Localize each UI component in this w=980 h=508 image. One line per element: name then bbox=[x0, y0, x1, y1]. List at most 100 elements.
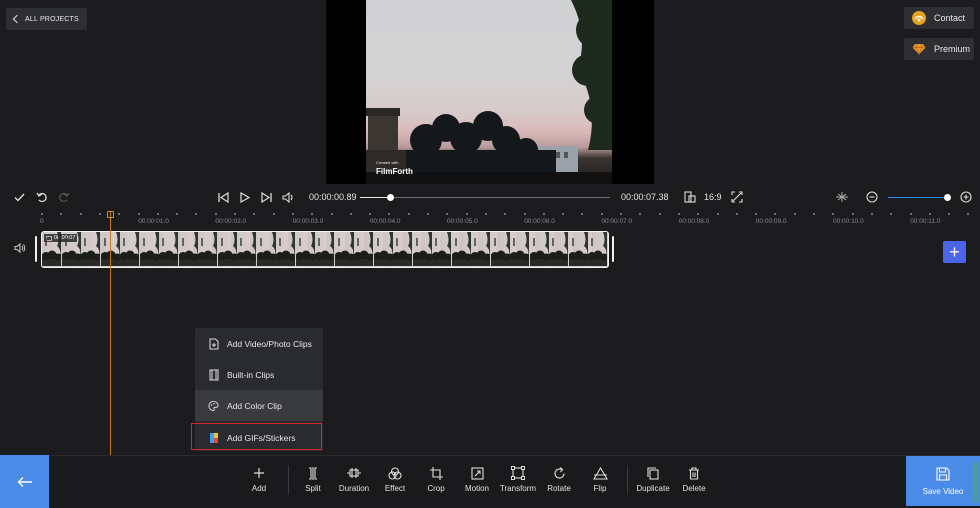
clip-thumbnail bbox=[42, 232, 61, 266]
ruler-tick bbox=[832, 213, 835, 215]
ruler-tick bbox=[948, 213, 951, 215]
add-video-photo-clips-item[interactable]: Add Video/Photo Clips bbox=[195, 328, 323, 359]
ruler-tick bbox=[330, 213, 333, 215]
ruler-tick bbox=[813, 213, 815, 215]
clip-thumbnail bbox=[295, 232, 315, 266]
preview-scene bbox=[366, 0, 612, 184]
zoom-slider[interactable] bbox=[888, 197, 950, 198]
premium-button[interactable]: Premium bbox=[904, 38, 974, 60]
clip-trim-end-handle[interactable] bbox=[612, 236, 614, 262]
ruler-label: 00:00:11.0 bbox=[910, 218, 941, 225]
seek-bar-handle[interactable] bbox=[387, 194, 394, 201]
save-video-button[interactable]: Save Video bbox=[906, 456, 980, 506]
contact-button[interactable]: Contact bbox=[904, 7, 974, 29]
ruler-tick bbox=[311, 213, 314, 215]
ruler-tick bbox=[774, 213, 777, 215]
toolbar-divider bbox=[627, 465, 628, 495]
zoom-out-icon[interactable] bbox=[864, 189, 880, 205]
toolbar-divider bbox=[288, 465, 289, 495]
rotate-tool-button[interactable]: Rotate bbox=[537, 465, 581, 495]
flip-icon bbox=[592, 465, 608, 481]
all-projects-button[interactable]: ALL PROJECTS bbox=[6, 8, 87, 30]
video-preview[interactable]: Created with FilmForth bbox=[326, 0, 654, 184]
ruler-tick bbox=[735, 213, 738, 215]
ruler-tick bbox=[137, 213, 140, 215]
preview-frame: Created with FilmForth bbox=[366, 0, 612, 184]
clip-thumbnail bbox=[198, 232, 217, 266]
ruler-tick bbox=[156, 213, 159, 215]
split-tool-button[interactable]: Split bbox=[291, 465, 335, 495]
add-track-button[interactable]: + bbox=[943, 241, 966, 263]
aspect-ratio-value[interactable]: 16:9 bbox=[704, 192, 722, 202]
clip-thumbnail bbox=[451, 232, 471, 266]
transform-icon bbox=[511, 465, 525, 481]
ruler-tick bbox=[967, 213, 970, 215]
menu-item-label: Add Video/Photo Clips bbox=[227, 338, 312, 349]
zoom-slider-handle[interactable] bbox=[944, 194, 951, 201]
volume-icon[interactable] bbox=[280, 189, 296, 205]
watermark-caption: Created with bbox=[376, 160, 399, 165]
rotate-tool-label: Rotate bbox=[547, 484, 571, 493]
effect-tool-button[interactable]: Effect bbox=[373, 465, 417, 495]
ruler-tick bbox=[581, 213, 584, 215]
window-scrollbar[interactable] bbox=[974, 462, 978, 502]
ruler-label: 00:00:03.0 bbox=[292, 218, 324, 225]
clip-thumbnail bbox=[159, 232, 178, 266]
ruler-tick bbox=[716, 213, 719, 215]
clip-thumbnail bbox=[217, 232, 237, 266]
timeline-ruler[interactable]: 0 00:00:01.0 00:00:02.0 00:00:03.0 00:00:04.… bbox=[0, 210, 980, 228]
ruler-tick bbox=[677, 213, 680, 215]
redo-icon[interactable] bbox=[56, 189, 72, 205]
back-button[interactable] bbox=[0, 455, 49, 508]
motion-tool-button[interactable]: Motion bbox=[455, 465, 499, 495]
clip-thumbnail bbox=[120, 232, 139, 266]
skip-back-icon[interactable] bbox=[215, 189, 231, 205]
add-color-clip-item[interactable]: Add Color Clip bbox=[195, 390, 323, 421]
ruler-tick bbox=[465, 213, 468, 215]
duplicate-tool-label: Duplicate bbox=[636, 484, 670, 493]
premium-label: Premium bbox=[934, 44, 971, 54]
ruler-label: 00:00:06.0 bbox=[524, 218, 555, 225]
trash-icon bbox=[688, 465, 700, 481]
check-icon[interactable] bbox=[11, 189, 27, 205]
ruler-tick bbox=[195, 213, 198, 215]
clip-trim-start-handle[interactable] bbox=[35, 236, 37, 262]
duplicate-tool-button[interactable]: Duplicate bbox=[631, 465, 675, 495]
ruler-tick bbox=[523, 213, 526, 215]
ruler-label: 00:00:09.0 bbox=[755, 218, 787, 225]
zoom-in-icon[interactable] bbox=[958, 189, 974, 205]
seek-bar[interactable] bbox=[360, 194, 610, 201]
add-tool-button[interactable]: Add bbox=[237, 465, 281, 495]
track-volume-icon[interactable] bbox=[14, 242, 26, 256]
delete-tool-label: Delete bbox=[682, 484, 706, 493]
ruler-tick bbox=[562, 213, 565, 215]
clip-thumbnail bbox=[256, 232, 276, 266]
ruler-tick bbox=[234, 213, 236, 215]
built-in-clips-item[interactable]: Built-in Clips bbox=[195, 359, 323, 390]
effect-tool-label: Effect bbox=[384, 484, 406, 493]
fullscreen-icon[interactable] bbox=[729, 189, 745, 205]
ruler-tick bbox=[118, 213, 121, 215]
clip-thumbnail bbox=[276, 232, 295, 266]
ruler-tick bbox=[755, 213, 758, 215]
duration-icon bbox=[346, 465, 362, 481]
transform-tool-button[interactable]: Transform bbox=[496, 465, 540, 495]
clip-thumbnail bbox=[61, 232, 81, 266]
effect-icon bbox=[388, 465, 402, 481]
aspect-ratio-icon[interactable] bbox=[682, 189, 698, 205]
contact-icon bbox=[912, 11, 926, 25]
ruler-tick bbox=[176, 213, 179, 215]
flip-tool-button[interactable]: Flip bbox=[578, 465, 622, 495]
motion-icon bbox=[470, 465, 484, 481]
play-icon[interactable] bbox=[237, 189, 253, 205]
duration-tool-button[interactable]: Duration bbox=[332, 465, 376, 495]
snap-settings-icon[interactable] bbox=[834, 189, 850, 205]
delete-tool-button[interactable]: Delete bbox=[672, 465, 716, 495]
playhead-handle[interactable] bbox=[107, 211, 114, 218]
ruler-tick bbox=[349, 213, 352, 215]
video-clip[interactable]: 00:00:07 bbox=[41, 231, 609, 268]
playhead-line[interactable] bbox=[110, 212, 111, 455]
crop-tool-button[interactable]: Crop bbox=[414, 465, 458, 495]
skip-forward-icon[interactable] bbox=[258, 189, 274, 205]
undo-icon[interactable] bbox=[34, 189, 50, 205]
